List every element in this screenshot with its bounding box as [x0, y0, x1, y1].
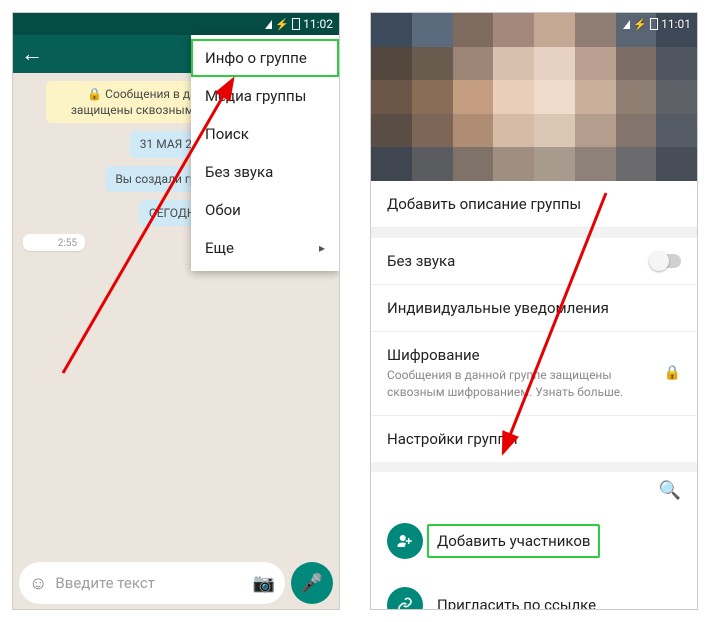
group-info-list: Добавить описание группы Без звука Индив…	[371, 181, 697, 609]
wifi-icon	[265, 20, 272, 29]
phone-left: ⚡ 11:02 ← 🔒Сообщения в данной группе защ…	[12, 12, 340, 610]
row-encryption[interactable]: Шифрование Сообщения в данной группе защ…	[371, 332, 697, 416]
menu-mute[interactable]: Без звука	[191, 153, 339, 191]
row-invite-link[interactable]: Пригласить по ссылке	[371, 573, 697, 609]
phone-right: ⚡ 11:01 Добавить описание группы Без зву…	[370, 12, 698, 610]
message-bubble[interactable]: 2:55	[23, 234, 85, 251]
menu-more[interactable]: Еще▸	[191, 229, 339, 267]
group-hero-image[interactable]: ⚡ 11:01	[371, 13, 697, 181]
wifi-icon	[623, 20, 630, 29]
status-bar: ⚡ 11:01	[371, 13, 697, 35]
row-group-settings[interactable]: Настройки группы	[371, 416, 697, 462]
row-search-participants: 🔍	[371, 472, 697, 509]
row-add-description[interactable]: Добавить описание группы	[371, 181, 697, 228]
input-placeholder: Введите текст	[55, 574, 244, 592]
blurred-image	[371, 13, 697, 181]
menu-wallpaper[interactable]: Обои	[191, 191, 339, 229]
menu-search[interactable]: Поиск	[191, 115, 339, 153]
camera-icon[interactable]: 📷	[253, 573, 275, 594]
section-gap	[371, 228, 697, 238]
mic-icon: 🎤	[301, 573, 323, 594]
row-mute[interactable]: Без звука	[371, 238, 697, 285]
add-person-icon	[387, 523, 423, 559]
overflow-menu: Инфо о группе Медиа группы Поиск Без зву…	[191, 35, 339, 271]
row-add-participants[interactable]: Добавить участников	[371, 509, 697, 573]
battery-icon	[650, 18, 658, 30]
lock-icon: 🔒	[664, 365, 681, 381]
mute-toggle[interactable]	[651, 254, 681, 268]
lock-icon: 🔒	[87, 87, 102, 101]
mic-button[interactable]: 🎤	[291, 562, 333, 604]
status-time: 11:02	[303, 17, 333, 31]
status-time: 11:01	[661, 17, 691, 31]
menu-group-media[interactable]: Медиа группы	[191, 77, 339, 115]
link-icon	[387, 587, 423, 609]
text-input[interactable]: ☺ Введите текст 📷	[19, 562, 285, 604]
signal-icon: ⚡	[633, 18, 647, 31]
chevron-right-icon: ▸	[319, 241, 325, 255]
battery-icon	[292, 18, 300, 30]
status-bar: ⚡ 11:02	[13, 13, 339, 35]
row-individual-notifications[interactable]: Индивидуальные уведомления	[371, 285, 697, 332]
input-row: ☺ Введите текст 📷 🎤	[13, 557, 339, 609]
message-time: 2:55	[31, 238, 77, 249]
emoji-icon[interactable]: ☺	[29, 573, 47, 594]
add-participants-label: Добавить участников	[427, 524, 600, 558]
menu-group-info[interactable]: Инфо о группе	[191, 39, 339, 77]
search-icon[interactable]: 🔍	[659, 480, 681, 501]
signal-icon: ⚡	[275, 18, 289, 31]
back-icon[interactable]: ←	[21, 41, 43, 67]
section-gap	[371, 462, 697, 472]
